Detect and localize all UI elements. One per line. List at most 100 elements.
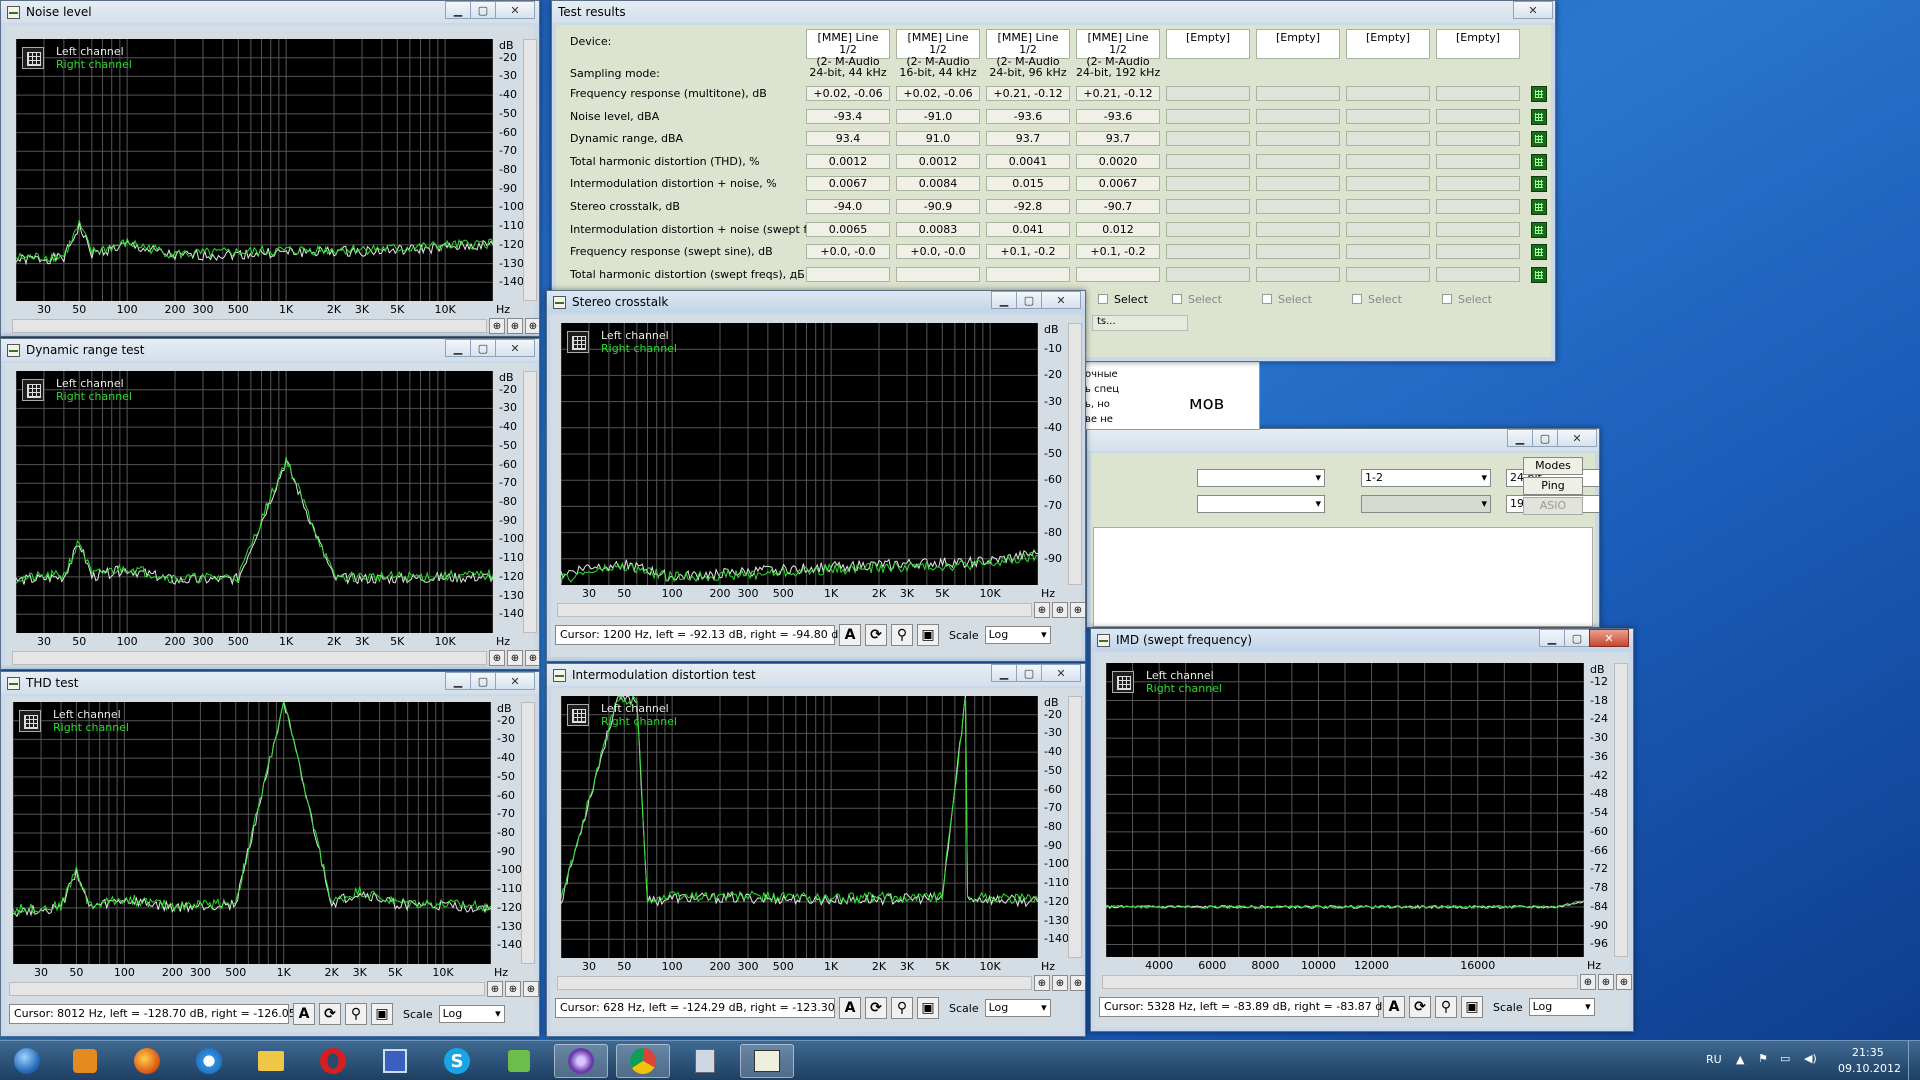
result-cell[interactable] [1166,108,1250,124]
select-checkbox[interactable]: Select [1172,293,1222,306]
scale-dropdown[interactable]: Log [984,999,1051,1017]
result-cell[interactable] [1436,199,1520,214]
noise-window[interactable]: Noise level ▁ ▢ ✕ Left channel Right channel d… [0,0,540,337]
zoom-in-icon[interactable]: ⊕ [1034,602,1050,618]
result-cell[interactable]: 91.0 [896,131,980,147]
device-header[interactable]: [Empty] [1346,29,1430,59]
scale-dropdown[interactable]: Log [1528,998,1595,1016]
result-cell[interactable] [1436,108,1520,124]
device-header[interactable]: [MME] Line 1/2 (2- M-Audio [986,29,1070,68]
zoom-tool-icon[interactable]: ⚲ [891,997,913,1019]
results-titlebar[interactable]: Test results ✕ [552,1,1555,23]
select-checkbox[interactable]: Select [1352,293,1402,306]
vertical-scrollbar[interactable] [523,371,537,633]
minimize-button[interactable]: ▁ [445,1,471,19]
result-cell[interactable] [1256,131,1340,147]
horizontal-scrollbar[interactable] [9,982,485,996]
scale-dropdown[interactable]: Log [984,626,1051,644]
spectrum-plot[interactable]: Left channel Right channel [561,323,1038,585]
result-cell[interactable] [1256,244,1340,260]
result-cell[interactable]: -93.4 [806,108,890,124]
taskbar-save-app[interactable] [368,1044,422,1078]
close-button[interactable]: ✕ [495,1,535,19]
result-cell[interactable] [1166,266,1250,282]
result-cell[interactable] [1166,86,1250,101]
maximize-button[interactable]: ▢ [1564,629,1590,647]
minimize-button[interactable]: ▁ [1507,429,1533,447]
result-cell[interactable]: +0.0, -0.0 [896,244,980,260]
imd-swept-window[interactable]: IMD (swept frequency) ▁ ▢ ✕ Left channel Righ… [1090,628,1634,1032]
result-cell[interactable] [1346,221,1430,237]
window-titlebar[interactable]: Dynamic range test ▁ ▢ ✕ [1,339,539,361]
device-header[interactable]: [MME] Line 1/2 (2- M-Audio [896,29,980,68]
graph-button[interactable] [1531,221,1547,238]
result-cell[interactable] [1346,176,1430,192]
graph-options-icon[interactable] [567,331,589,353]
result-cell[interactable] [1256,176,1340,192]
maximize-button[interactable]: ▢ [470,339,496,357]
spectrum-plot[interactable]: Left channel Right channel [561,696,1038,958]
graph-options-icon[interactable] [19,710,41,732]
result-cell[interactable]: +0.21, -0.12 [1076,86,1160,101]
device-header[interactable]: [Empty] [1436,29,1520,59]
result-cell[interactable] [1436,266,1520,282]
spectrum-plot[interactable]: Left channel Right channel [16,371,493,633]
graph-button[interactable] [1531,199,1547,215]
result-cell[interactable]: 0.0065 [806,221,890,237]
result-cell[interactable] [1346,244,1430,260]
zoom-out-icon[interactable]: ⊕ [1052,602,1068,618]
zoom-out-icon[interactable]: ⊕ [507,650,523,666]
taskbar-calculator[interactable] [678,1044,732,1078]
window-titlebar[interactable]: IMD (swept frequency) ▁ ▢ ✕ [1091,629,1633,651]
close-button[interactable]: ✕ [1041,291,1081,309]
save-tool-icon[interactable]: ▣ [371,1003,393,1025]
graph-button[interactable] [1531,244,1547,261]
taskbar-skype[interactable]: S [430,1044,484,1078]
refresh-tool-icon[interactable]: ⟳ [865,997,887,1019]
result-cell[interactable]: 0.0083 [896,221,980,237]
result-cell[interactable]: -91.0 [896,108,980,124]
zoom-tool-icon[interactable]: ⚲ [1435,996,1457,1018]
zoom-in-icon[interactable]: ⊕ [1580,974,1596,990]
language-indicator[interactable]: RU [1706,1053,1722,1066]
result-cell[interactable]: 0.0067 [1076,176,1160,192]
zoom-out-icon[interactable]: ⊕ [507,318,523,334]
asio-button[interactable]: ASIO [1523,497,1583,515]
zoom-in-icon[interactable]: ⊕ [489,318,505,334]
vertical-scrollbar[interactable] [521,702,535,964]
window-titlebar[interactable]: Noise level ▁ ▢ ✕ [1,1,539,23]
graph-button[interactable] [1531,153,1547,170]
dynamic-window[interactable]: Dynamic range test ▁ ▢ ✕ Left channel Right c… [0,338,540,670]
device-header[interactable]: [MME] Line 1/2 (2- M-Audio [1076,29,1160,68]
settings-window[interactable]: ▁ ▢ ✕ 1-2 24 bit 192 kHz Modes Ping ASIO [1086,428,1600,628]
result-cell[interactable]: +0.0, -0.0 [806,244,890,260]
network-tray-icon[interactable]: ▭ [1780,1052,1790,1065]
taskbar-app-green[interactable] [492,1044,546,1078]
result-cell[interactable] [1346,266,1430,282]
horizontal-scrollbar[interactable] [1102,975,1578,989]
zoom-out-icon[interactable]: ⊕ [1598,974,1614,990]
zoom-in-icon[interactable]: ⊕ [1034,975,1050,991]
result-cell[interactable] [1256,108,1340,124]
result-cell[interactable]: 93.7 [1076,131,1160,147]
horizontal-scrollbar[interactable] [12,319,487,333]
graph-options-icon[interactable] [22,47,44,69]
result-cell[interactable]: 0.041 [986,221,1070,237]
font-tool-icon[interactable]: A [839,624,861,646]
graph-options-icon[interactable] [1112,671,1134,693]
zoom-tool-icon[interactable]: ⚲ [891,624,913,646]
maximize-button[interactable]: ▢ [1016,291,1042,309]
close-button[interactable]: ✕ [1589,629,1629,647]
result-cell[interactable] [1166,244,1250,260]
horizontal-scrollbar[interactable] [557,976,1032,990]
result-cell[interactable]: 93.4 [806,131,890,147]
result-cell[interactable]: +0.21, -0.12 [986,86,1070,101]
flag-icon[interactable]: ⚑ [1758,1052,1768,1065]
font-tool-icon[interactable]: A [293,1003,315,1025]
font-tool-icon[interactable]: A [839,997,861,1019]
device-header[interactable]: [MME] Line 1/2 (2- M-Audio [806,29,890,68]
graph-button[interactable] [1531,86,1547,102]
result-cell[interactable]: -94.0 [806,199,890,214]
result-cell[interactable] [1166,131,1250,147]
result-cell[interactable] [1346,199,1430,214]
